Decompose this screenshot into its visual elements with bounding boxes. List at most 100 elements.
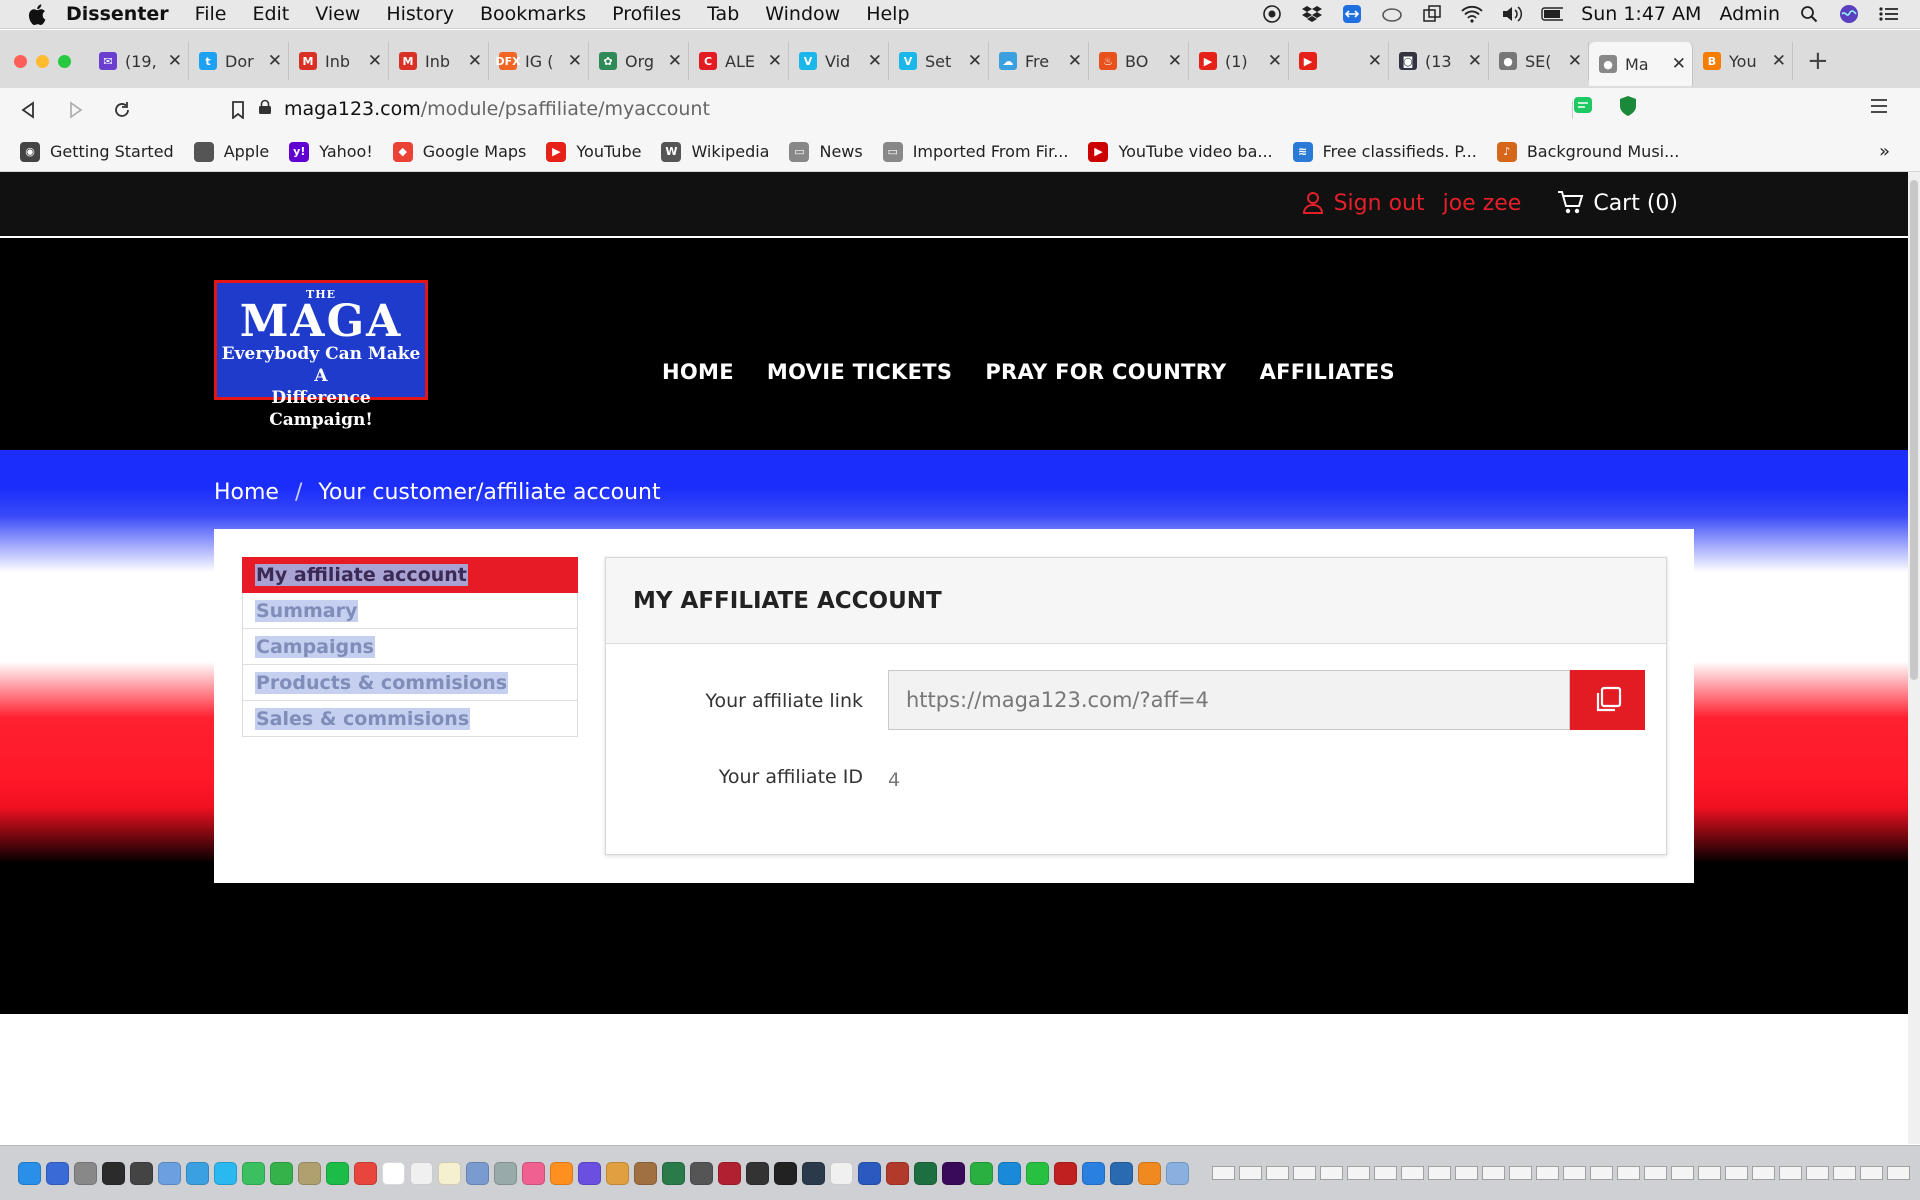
- dock-app-icon[interactable]: [998, 1161, 1021, 1185]
- dock-app-icon[interactable]: [634, 1161, 657, 1185]
- dock-window-thumbnail[interactable]: [1644, 1166, 1667, 1180]
- dock-app-icon[interactable]: [438, 1161, 461, 1185]
- dock-window-thumbnail[interactable]: [1374, 1166, 1397, 1180]
- dock-app-icon[interactable]: [18, 1161, 41, 1185]
- dock-app-icon[interactable]: [270, 1161, 293, 1185]
- dock-app-icon[interactable]: [186, 1161, 209, 1185]
- tab-close-icon[interactable]: ✕: [1772, 51, 1786, 71]
- sidebar-item-products-commisions[interactable]: Products & commisions: [242, 665, 578, 701]
- nav-affiliates[interactable]: AFFILIATES: [1260, 360, 1395, 384]
- sign-out-link[interactable]: Sign out: [1334, 191, 1425, 216]
- tab-close-icon[interactable]: ✕: [1672, 54, 1686, 74]
- dock-app-icon[interactable]: [690, 1161, 713, 1185]
- tab-13[interactable]: ◙ (13 ✕: [1389, 42, 1489, 80]
- bookmark-item[interactable]: y! Yahoo!: [289, 141, 373, 162]
- zoom-window-button[interactable]: [58, 54, 71, 68]
- nav-home[interactable]: HOME: [662, 360, 734, 384]
- siri-icon[interactable]: [1838, 4, 1860, 24]
- tab-close-icon[interactable]: ✕: [568, 51, 582, 71]
- wifi-icon[interactable]: [1461, 4, 1483, 24]
- dock-window-thumbnail[interactable]: [1428, 1166, 1451, 1180]
- bookmark-page-icon[interactable]: [226, 98, 250, 122]
- bookmark-item[interactable]: Apple: [193, 141, 269, 162]
- dock-app-icon[interactable]: [466, 1161, 489, 1185]
- dock-app-icon[interactable]: [354, 1161, 377, 1185]
- dock-app-icon[interactable]: [1082, 1161, 1105, 1185]
- minimize-window-button[interactable]: [36, 54, 49, 68]
- menu-tab[interactable]: Tab: [707, 3, 739, 25]
- dock-app-icon[interactable]: [914, 1161, 937, 1185]
- breadcrumb-home[interactable]: Home: [214, 480, 279, 505]
- bookmark-item[interactable]: ♪ Background Musi...: [1496, 141, 1679, 162]
- dock-app-icon[interactable]: [1138, 1161, 1161, 1185]
- reload-button[interactable]: [110, 98, 134, 122]
- dock-app-icon[interactable]: [774, 1161, 797, 1185]
- tab-3[interactable]: M Inb ✕: [389, 42, 489, 80]
- dock-window-thumbnail[interactable]: [1806, 1166, 1829, 1180]
- tab-close-icon[interactable]: ✕: [1168, 51, 1182, 71]
- menu-bookmarks[interactable]: Bookmarks: [480, 3, 586, 25]
- site-logo[interactable]: THE MAGA Everybody Can Make A Difference…: [214, 280, 428, 430]
- dock-app-icon[interactable]: [298, 1161, 321, 1185]
- sidebar-item-summary[interactable]: Summary: [242, 593, 578, 629]
- address-bar[interactable]: maga123.com/module/psaffiliate/myaccount: [258, 91, 1653, 127]
- window-manager-icon[interactable]: [1421, 4, 1443, 24]
- dock-window-thumbnail[interactable]: [1266, 1166, 1289, 1180]
- bookmark-item[interactable]: ▭ News: [789, 141, 863, 162]
- bookmark-item[interactable]: ▭ Imported From Fir...: [882, 141, 1068, 162]
- dock-app-icon[interactable]: [578, 1161, 601, 1185]
- dock-app-icon[interactable]: [1054, 1161, 1077, 1185]
- bookmark-item[interactable]: W Wikipedia: [661, 141, 769, 162]
- dock-window-thumbnail[interactable]: [1617, 1166, 1640, 1180]
- menu-view[interactable]: View: [315, 3, 360, 25]
- menu-profiles[interactable]: Profiles: [612, 3, 681, 25]
- menu-edit[interactable]: Edit: [252, 3, 289, 25]
- dock-app-icon[interactable]: [802, 1161, 825, 1185]
- volume-icon[interactable]: [1501, 4, 1523, 24]
- dock-app-icon[interactable]: [522, 1161, 545, 1185]
- apple-menu-icon[interactable]: [26, 3, 48, 25]
- tab-9[interactable]: ☁ Fre ✕: [989, 42, 1089, 80]
- dock-app-icon[interactable]: [214, 1161, 237, 1185]
- notification-center-icon[interactable]: [1878, 4, 1900, 24]
- bookmark-item[interactable]: ▶ YouTube: [546, 141, 641, 162]
- tab-close-icon[interactable]: ✕: [1068, 51, 1082, 71]
- dock-app-icon[interactable]: [494, 1161, 517, 1185]
- extension-shield-icon[interactable]: [1618, 95, 1638, 121]
- menu-history[interactable]: History: [386, 3, 454, 25]
- dock-window-thumbnail[interactable]: [1401, 1166, 1424, 1180]
- tab-5[interactable]: ✿ Org ✕: [589, 42, 689, 80]
- dock-app-icon[interactable]: [718, 1161, 741, 1185]
- dock-app-icon[interactable]: [746, 1161, 769, 1185]
- tab-2[interactable]: M Inb ✕: [289, 42, 389, 80]
- tab-8[interactable]: V Set ✕: [889, 42, 989, 80]
- nav-movie-tickets[interactable]: MOVIE TICKETS: [767, 360, 952, 384]
- extension-chat-icon[interactable]: [1572, 95, 1594, 121]
- dock-app-icon[interactable]: [970, 1161, 993, 1185]
- dock-window-thumbnail[interactable]: [1293, 1166, 1316, 1180]
- sidebar-item-my-affiliate-account[interactable]: My affiliate account: [242, 557, 578, 593]
- dock-window-thumbnail[interactable]: [1509, 1166, 1532, 1180]
- dock-window-thumbnail[interactable]: [1671, 1166, 1694, 1180]
- dock-window-thumbnail[interactable]: [1212, 1166, 1235, 1180]
- dock-window-thumbnail[interactable]: [1779, 1166, 1802, 1180]
- tab-0[interactable]: ✉ (19, ✕: [89, 42, 189, 80]
- dock-app-icon[interactable]: [46, 1161, 69, 1185]
- dock-window-thumbnail[interactable]: [1320, 1166, 1343, 1180]
- dock-app-icon[interactable]: [382, 1161, 405, 1185]
- menu-help[interactable]: Help: [866, 3, 909, 25]
- browser-menu-icon[interactable]: [1870, 98, 1888, 118]
- tab-close-icon[interactable]: ✕: [1568, 51, 1582, 71]
- forward-button[interactable]: [64, 98, 88, 122]
- spotlight-search-icon[interactable]: [1798, 4, 1820, 24]
- dock-window-thumbnail[interactable]: [1239, 1166, 1262, 1180]
- bookmark-item[interactable]: ▶ YouTube video ba...: [1088, 141, 1273, 162]
- dock-app-icon[interactable]: [1026, 1161, 1049, 1185]
- tab-1[interactable]: t Dor ✕: [189, 42, 289, 80]
- dock-window-thumbnail[interactable]: [1752, 1166, 1775, 1180]
- menubar-clock[interactable]: Sun 1:47 AM: [1581, 3, 1701, 25]
- tab-close-icon[interactable]: ✕: [268, 51, 282, 71]
- affiliate-link-field[interactable]: https://maga123.com/?aff=4: [888, 670, 1570, 730]
- dock-app-icon[interactable]: [858, 1161, 881, 1185]
- dock-app-icon[interactable]: [242, 1161, 265, 1185]
